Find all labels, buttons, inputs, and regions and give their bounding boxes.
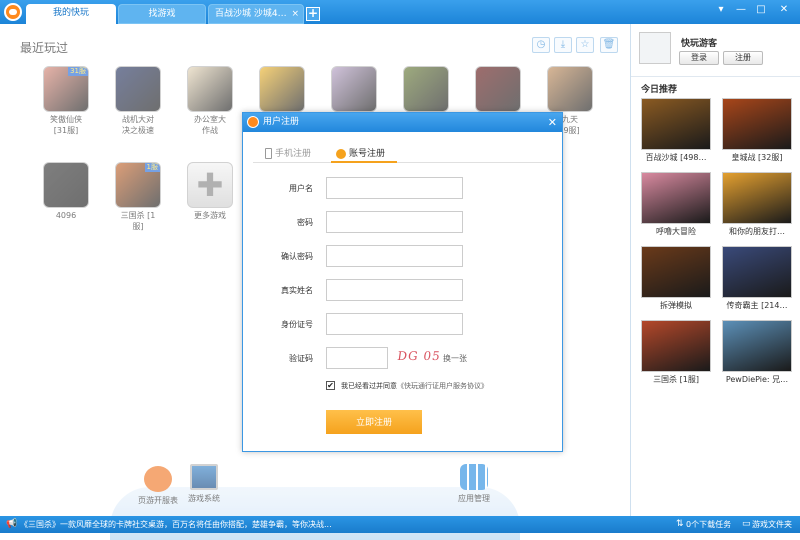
app-logo-icon [4,3,22,21]
title-bar: 我的快玩 找游戏 百战沙城 沙城4… × + ▾ — □ ✕ [0,0,800,24]
recommended-game-name: 呼噜大冒险 [656,227,696,236]
recommended-game[interactable]: 百战沙城 [498… [640,98,712,164]
tab-account-register[interactable]: 账号注册 [336,146,385,159]
recommended-game[interactable]: 三国杀 [1服] [640,320,712,386]
avatar[interactable] [639,32,671,64]
confirm-password-input[interactable] [326,245,463,267]
recommended-game-name: 三国杀 [1服] [653,375,699,384]
agree-label: 我已经看过并同意 [341,382,397,390]
recommended-game-name: 传奇霸主 [214… [726,301,788,310]
recommended-game[interactable]: 拆弹模拟 [640,246,712,312]
download-tasks-link[interactable]: 0个下载任务 [686,516,731,533]
refresh-captcha-link[interactable]: 换一张 [443,353,467,364]
divider [631,76,800,77]
submit-register-button[interactable]: 立即注册 [326,410,422,434]
tab-my-games[interactable]: 我的快玩 [26,4,116,24]
captcha-input[interactable] [326,347,388,369]
tab-divider [253,162,561,163]
tab-label: 我的快玩 [52,8,89,18]
password-label: 密码 [297,218,313,227]
real-name-label: 真实姓名 [281,286,313,295]
recommended-game[interactable]: 皇城战 [32服] [721,98,793,164]
game-cover-image [641,98,711,150]
recommended-game[interactable]: 呼噜大冒险 [640,172,712,238]
agreement-link[interactable]: 《快玩通行证用户服务协议》 [397,382,488,390]
game-cover-image [641,320,711,372]
game-cover-image [722,246,792,298]
close-dialog-icon[interactable]: ✕ [548,113,557,132]
tab-label: 手机注册 [275,149,312,159]
tab-find-games[interactable]: 找游戏 [118,4,206,24]
right-sidebar: 快玩游客 登录 注册 今日推荐 百战沙城 [498… 皇城战 [32服] 呼噜大冒险… [630,24,800,516]
close-tab-icon[interactable]: × [291,5,299,24]
recommended-game-name: 和你的朋友打… [729,227,785,236]
game-folder-link[interactable]: 游戏文件夹 [752,516,792,533]
recommended-game-name: 拆弹模拟 [660,301,692,310]
recommended-game-name: 百战沙城 [498… [645,153,707,162]
new-tab-button[interactable]: + [306,7,320,21]
today-recommend-title: 今日推荐 [641,85,678,95]
recommended-game[interactable]: 和你的朋友打… [721,172,793,238]
captcha-label: 验证码 [289,354,313,363]
user-icon [336,148,346,159]
recommended-game[interactable]: PewDiePie: 兄… [721,320,793,386]
login-button[interactable]: 登录 [679,51,719,65]
news-ticker[interactable]: 《三国杀》一款风靡全球的卡牌社交桌游，百万名将任由你搭配，楚雄争霸，等你决战..… [20,516,332,533]
close-window-icon[interactable]: ✕ [776,3,792,17]
folder-icon: ▭ [742,519,751,529]
username-input[interactable] [326,177,463,199]
tab-active-underline [331,161,397,163]
tab-label: 找游戏 [148,9,176,19]
game-cover-image [641,172,711,224]
phone-icon [265,148,272,159]
password-input[interactable] [326,211,463,233]
game-cover-image [722,172,792,224]
status-bar: 📢 《三国杀》一款风靡全球的卡牌社交桌游，百万名将任由你搭配，楚雄争霸，等你决战… [0,516,800,533]
download-status-icon: ⇅ [676,519,684,529]
agree-checkbox[interactable]: ✔ [326,381,335,390]
app-logo-icon [247,116,259,128]
username: 快玩游客 [681,39,718,49]
tab-label: 百战沙城 沙城4… [215,9,287,19]
agree-text: 我已经看过并同意《快玩通行证用户服务协议》 [341,381,488,391]
tab-baizhan-shacheng[interactable]: 百战沙城 沙城4… × [208,4,304,24]
username-label: 用户名 [289,184,313,193]
recommended-game-name: 皇城战 [32服] [731,153,783,162]
game-cover-image [722,320,792,372]
recommended-game-name: PewDiePie: 兄… [725,375,789,384]
megaphone-icon: 📢 [6,519,18,529]
real-name-input[interactable] [326,279,463,301]
recommended-game[interactable]: 传奇霸主 [214… [721,246,793,312]
register-button[interactable]: 注册 [723,51,763,65]
game-cover-image [722,98,792,150]
id-number-input[interactable] [326,313,463,335]
dialog-title: 用户注册 [263,117,300,127]
menu-dropdown-icon[interactable]: ▾ [713,3,729,17]
id-number-label: 身份证号 [281,320,313,329]
captcha-image[interactable]: DG 05 [396,349,443,369]
register-dialog: 用户注册 ✕ 手机注册 账号注册 用户名 密码 确认密码 真实姓名 身份证号 验… [242,112,563,452]
maximize-icon[interactable]: □ [753,3,769,17]
minimize-icon[interactable]: — [733,3,749,17]
dialog-title-bar: 用户注册 ✕ [243,113,562,132]
confirm-password-label: 确认密码 [281,252,313,261]
tab-label: 账号注册 [349,149,386,159]
game-cover-image [641,246,711,298]
tab-phone-register[interactable]: 手机注册 [265,146,311,159]
